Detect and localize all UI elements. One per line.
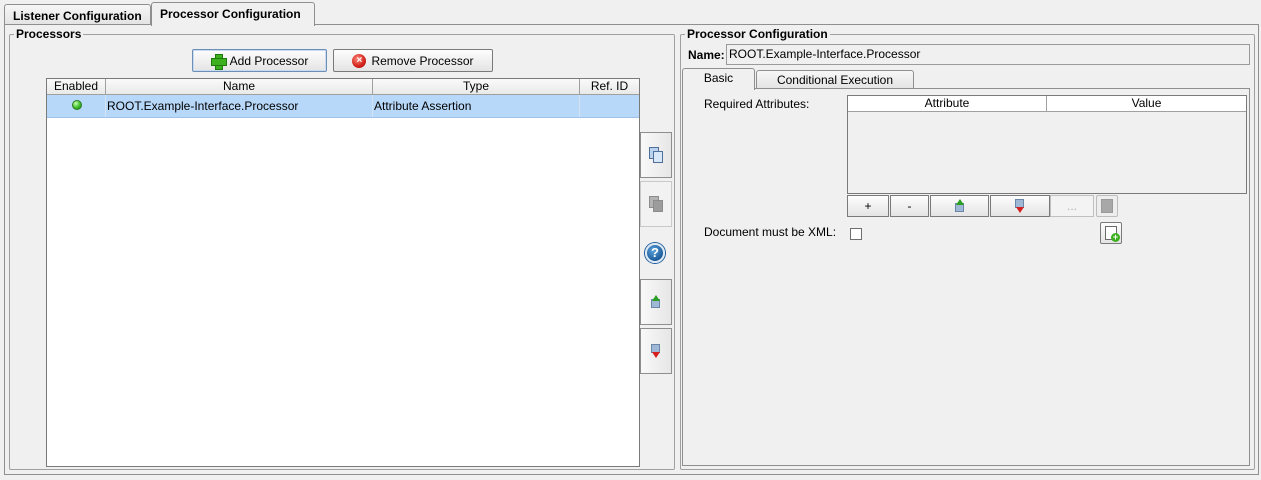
row-name-cell[interactable]: ROOT.Example-Interface.Processor — [106, 95, 373, 117]
add-processor-label: Add Processor — [229, 53, 309, 68]
enabled-status-icon — [71, 100, 82, 110]
processor-configuration-title: Processor Configuration — [685, 27, 830, 41]
row-type-cell[interactable]: Attribute Assertion — [373, 95, 580, 117]
xml-required-checkbox[interactable] — [850, 228, 862, 240]
column-attribute[interactable]: Attribute — [848, 96, 1047, 111]
move-down-button[interactable] — [640, 328, 672, 374]
tab-conditional-execution[interactable]: Conditional Execution — [756, 70, 914, 89]
row-enabled-cell[interactable] — [47, 95, 106, 117]
add-attribute-button[interactable]: + — [847, 195, 889, 217]
required-attributes-table[interactable]: Attribute Value — [847, 95, 1247, 194]
column-ref-id[interactable]: Ref. ID — [580, 79, 639, 94]
column-value[interactable]: Value — [1047, 96, 1246, 111]
tab-listener-configuration[interactable]: Listener Configuration — [4, 4, 151, 25]
add-processor-button[interactable]: Add Processor — [192, 49, 327, 72]
column-type[interactable]: Type — [373, 79, 580, 94]
move-down-icon — [650, 344, 662, 358]
column-name[interactable]: Name — [106, 79, 373, 94]
attribute-document-button[interactable] — [1096, 195, 1118, 217]
name-label: Name: — [688, 48, 725, 62]
document-icon — [1101, 199, 1113, 213]
move-down-icon — [1014, 199, 1026, 213]
help-button[interactable]: ? — [645, 243, 665, 263]
tab-processor-configuration[interactable]: Processor Configuration — [151, 2, 315, 26]
copy-processor-button[interactable] — [640, 132, 672, 178]
move-up-button[interactable] — [640, 279, 672, 325]
attributes-table-header: Attribute Value — [848, 96, 1246, 112]
move-attribute-up-button[interactable] — [930, 195, 989, 217]
table-header: Enabled Name Type Ref. ID — [47, 79, 639, 95]
remove-icon: × — [352, 53, 367, 68]
help-icon: ? — [645, 243, 665, 263]
column-enabled[interactable]: Enabled — [47, 79, 106, 94]
add-document-button[interactable]: + — [1100, 222, 1122, 244]
add-icon — [210, 53, 227, 70]
add-document-icon: + — [1105, 226, 1120, 242]
paste-processor-button[interactable] — [640, 181, 672, 227]
copy-icon — [649, 147, 663, 163]
remove-attribute-button[interactable]: - — [890, 195, 929, 217]
processors-table[interactable]: Enabled Name Type Ref. ID ROOT.Example-I… — [46, 78, 640, 467]
table-row[interactable]: ROOT.Example-Interface.Processor Attribu… — [47, 95, 639, 118]
xml-label: Document must be XML: — [704, 225, 837, 239]
paste-icon — [649, 196, 663, 212]
row-ref-id-cell[interactable] — [580, 95, 639, 117]
move-attribute-down-button[interactable] — [990, 195, 1050, 217]
move-up-icon — [954, 199, 966, 213]
remove-processor-label: Remove Processor — [371, 53, 474, 68]
processors-group-title: Processors — [14, 27, 84, 41]
tab-basic[interactable]: Basic — [682, 68, 755, 90]
remove-processor-button[interactable]: × Remove Processor — [333, 49, 493, 72]
edit-attribute-button[interactable]: ... — [1050, 195, 1094, 217]
name-field[interactable]: ROOT.Example-Interface.Processor — [726, 44, 1250, 65]
move-up-icon — [650, 295, 662, 309]
required-attributes-label: Required Attributes: — [704, 97, 810, 111]
